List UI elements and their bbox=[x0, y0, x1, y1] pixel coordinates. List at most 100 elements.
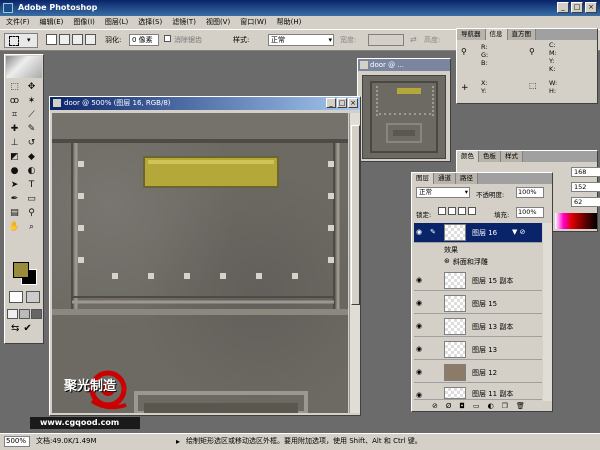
screen-mode-full-menu-icon[interactable] bbox=[19, 309, 30, 319]
zoom-tool-icon[interactable]: ⌕ bbox=[24, 221, 39, 234]
width-input[interactable] bbox=[368, 34, 404, 46]
eye-icon[interactable]: ◉ bbox=[416, 323, 425, 330]
add-mask-icon[interactable]: ◘ bbox=[459, 402, 465, 410]
notes-tool-icon[interactable]: ▤ bbox=[7, 207, 22, 220]
lock-all-icon[interactable] bbox=[468, 207, 476, 215]
color-g-value[interactable]: 152 bbox=[571, 182, 600, 192]
foreground-color-swatch[interactable] bbox=[13, 262, 29, 278]
status-arrow-icon[interactable]: ▸ bbox=[176, 434, 180, 449]
lock-transparency-icon[interactable] bbox=[438, 207, 446, 215]
layer-row[interactable]: ◉ 图层 11 副本 bbox=[414, 386, 542, 400]
screen-mode-standard-icon[interactable] bbox=[7, 309, 18, 319]
minimize-button[interactable]: _ bbox=[557, 2, 569, 13]
clone-stamp-icon[interactable]: ⊥ bbox=[7, 137, 22, 150]
antialias-checkbox[interactable] bbox=[164, 35, 171, 42]
maximize-button[interactable]: □ bbox=[571, 2, 583, 13]
lock-position-icon[interactable] bbox=[458, 207, 466, 215]
menu-image[interactable]: 图像(I) bbox=[73, 16, 95, 29]
tab-layers[interactable]: 图层 bbox=[412, 173, 434, 184]
eye-icon[interactable]: ◉ bbox=[416, 229, 425, 236]
navigator-title-bar[interactable]: door @ ... bbox=[358, 59, 450, 71]
path-select-icon[interactable]: ➤ bbox=[7, 179, 22, 192]
close-button[interactable]: × bbox=[585, 2, 597, 13]
tab-histogram[interactable]: 直方图 bbox=[507, 29, 536, 40]
screen-mode-full-icon[interactable] bbox=[31, 309, 42, 319]
doc-minimize-button[interactable]: _ bbox=[326, 98, 336, 108]
tab-navigator[interactable]: 导航器 bbox=[457, 29, 486, 40]
tab-color[interactable]: 颜色 bbox=[457, 151, 479, 162]
eraser-tool-icon[interactable]: ◩ bbox=[7, 151, 22, 164]
intersect-selection-icon[interactable] bbox=[85, 34, 96, 45]
marquee-tool-icon[interactable]: ⬚ bbox=[7, 81, 22, 94]
fill-input[interactable]: 100% bbox=[516, 207, 544, 218]
menu-select[interactable]: 选择(S) bbox=[138, 16, 162, 29]
new-adjustment-icon[interactable]: ◐ bbox=[488, 402, 494, 410]
menu-window[interactable]: 窗口(W) bbox=[240, 16, 266, 29]
add-selection-icon[interactable] bbox=[59, 34, 70, 45]
menu-view[interactable]: 视图(V) bbox=[206, 16, 230, 29]
eye-icon[interactable]: ◉ bbox=[416, 392, 425, 399]
doc-close-button[interactable]: × bbox=[348, 98, 358, 108]
blur-tool-icon[interactable]: ● bbox=[7, 165, 22, 178]
eye-icon[interactable]: ◉ bbox=[416, 300, 425, 307]
imageready-icon[interactable]: ⇆ bbox=[11, 323, 19, 334]
new-set-icon[interactable]: ▭ bbox=[473, 402, 480, 410]
subtract-selection-icon[interactable] bbox=[72, 34, 83, 45]
menu-file[interactable]: 文件(F) bbox=[6, 16, 30, 29]
slice-tool-icon[interactable]: ⟋ bbox=[24, 109, 39, 122]
layer-row[interactable]: ◉ 图层 12 bbox=[414, 363, 542, 383]
tool-preset-picker[interactable]: ▾ bbox=[4, 33, 38, 48]
feather-input[interactable]: 0 像素 bbox=[129, 34, 159, 46]
layer-row-active[interactable]: ◉ ✎ 图层 16 ▼ ⊘ bbox=[414, 223, 542, 243]
hand-tool-icon[interactable]: ✋ bbox=[7, 221, 22, 234]
document-vertical-scrollbar[interactable] bbox=[349, 113, 360, 413]
document-title-bar[interactable]: door @ 500% (图层 16, RGB/8) bbox=[50, 97, 360, 110]
effects-icon[interactable]: ▼ ⊘ bbox=[512, 228, 525, 236]
link-icon[interactable]: ⊘ bbox=[432, 402, 438, 410]
zoom-input[interactable]: 500% bbox=[4, 436, 30, 447]
menu-layer[interactable]: 图层(L) bbox=[105, 16, 128, 29]
lasso-tool-icon[interactable]: ꝏ bbox=[7, 95, 22, 108]
menu-filter[interactable]: 滤镜(T) bbox=[172, 16, 196, 29]
eye-icon[interactable]: ◉ bbox=[416, 277, 425, 284]
style-select[interactable]: 正常 ▾ bbox=[268, 34, 334, 46]
quickmask-mode-icon[interactable] bbox=[26, 291, 40, 303]
standard-mode-icon[interactable] bbox=[9, 291, 23, 303]
doc-size[interactable]: 文档:49.0K/1.49M bbox=[36, 434, 97, 449]
shape-tool-icon[interactable]: ▭ bbox=[24, 193, 39, 206]
healing-brush-icon[interactable]: ✚ bbox=[7, 123, 22, 136]
navigator-thumbnail[interactable] bbox=[362, 75, 446, 159]
opacity-input[interactable]: 100% bbox=[516, 187, 544, 198]
trash-icon[interactable]: 🗑 bbox=[516, 402, 525, 410]
scrollbar-thumb[interactable] bbox=[351, 125, 360, 305]
layers-scrollbar[interactable] bbox=[543, 223, 552, 401]
tab-swatches[interactable]: 色板 bbox=[479, 151, 501, 162]
tab-info[interactable]: 信息 bbox=[485, 29, 508, 40]
blend-mode-select[interactable]: 正常 ▾ bbox=[416, 187, 470, 198]
check-icon[interactable]: ✔ bbox=[23, 323, 31, 334]
layer-row[interactable]: ◉ 图层 13 bbox=[414, 340, 542, 360]
dodge-tool-icon[interactable]: ◐ bbox=[24, 165, 39, 178]
layer-row[interactable]: ◉ 图层 15 副本 bbox=[414, 271, 542, 291]
tab-paths[interactable]: 路径 bbox=[456, 173, 478, 184]
new-layer-icon[interactable]: ❐ bbox=[502, 402, 508, 410]
menu-help[interactable]: 帮助(H) bbox=[277, 16, 302, 29]
eye-icon[interactable]: ◉ bbox=[416, 369, 425, 376]
eye-icon[interactable]: ◉ bbox=[416, 346, 425, 353]
color-b-value[interactable]: 62 bbox=[571, 197, 600, 207]
lock-pixels-icon[interactable] bbox=[448, 207, 456, 215]
paint-bucket-icon[interactable]: ◆ bbox=[24, 151, 39, 164]
pen-tool-icon[interactable]: ✒ bbox=[7, 193, 22, 206]
effect-row[interactable]: ⊛ 斜面和浮雕 bbox=[444, 257, 488, 267]
crop-tool-icon[interactable]: ⌗ bbox=[7, 109, 22, 122]
move-tool-icon[interactable]: ✥ bbox=[24, 81, 39, 94]
brush-tool-icon[interactable]: ✎ bbox=[24, 123, 39, 136]
history-brush-icon[interactable]: ↺ bbox=[24, 137, 39, 150]
tab-channels[interactable]: 通道 bbox=[434, 173, 456, 184]
color-r-value[interactable]: 168 bbox=[571, 167, 600, 177]
eyedropper-icon[interactable]: ⚲ bbox=[24, 207, 39, 220]
add-style-icon[interactable]: Ø bbox=[446, 402, 452, 410]
color-spectrum[interactable] bbox=[555, 213, 597, 229]
tab-styles[interactable]: 样式 bbox=[501, 151, 523, 162]
layer-row[interactable]: ◉ 图层 13 副本 bbox=[414, 317, 542, 337]
